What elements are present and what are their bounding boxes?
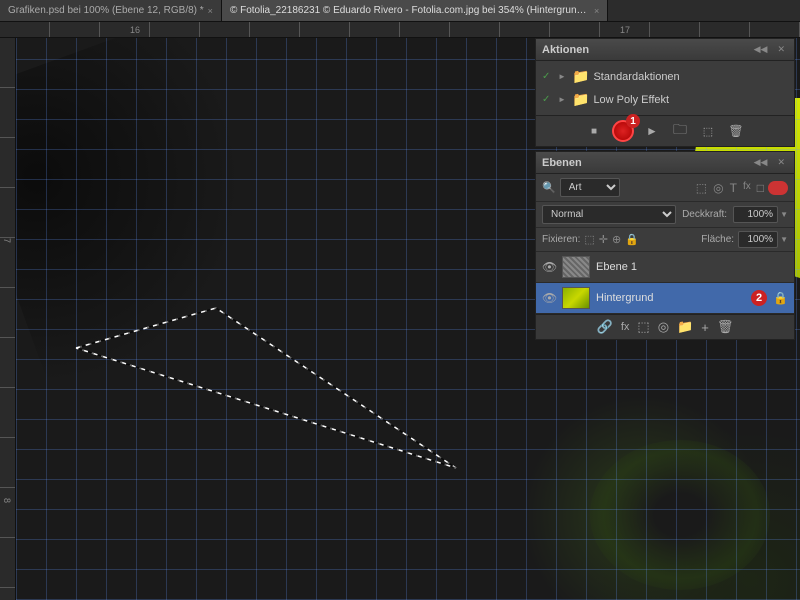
new-action-button[interactable]: ⬚ [698, 123, 718, 139]
ruler-label-8: 8 [2, 498, 12, 503]
tab-fotolia[interactable]: © Fotolia_22186231 © Eduardo Rivero - Fo… [222, 0, 608, 21]
layer-thumb-hintergrund [562, 287, 590, 309]
filter-icon-text[interactable]: T [730, 181, 737, 195]
new-set-button[interactable]: 🗀 [670, 123, 690, 139]
record-button[interactable]: 1 [612, 120, 634, 142]
adjustment-layer-button[interactable]: ◎ [658, 319, 669, 335]
action-item-lowpoly[interactable]: ✓ ► 📁 Low Poly Effekt [536, 88, 794, 111]
panel-aktionen-toolbar: ■ 1 ► 🗀 ⬚ 🗑 [536, 115, 794, 146]
fix-row: Fixieren: ⬚ ✛ ⊕ 🔒 Fläche: ▼ [536, 228, 794, 252]
layer-item-ebene1[interactable]: 👁 Ebene 1 [536, 252, 794, 283]
fix-icon-rotate[interactable]: ⊕ [612, 233, 621, 246]
flache-label: Fläche: [701, 234, 734, 245]
eye-icon-hintergrund[interactable]: 👁 [542, 291, 556, 305]
panel-ebenen: Ebenen ◀◀ ✕ 🔍 Art ⬚ ◎ T [535, 151, 795, 340]
filter-select[interactable]: Art [560, 178, 620, 197]
panel-ebenen-header: Ebenen ◀◀ ✕ [536, 152, 794, 174]
layer-name-ebene1: Ebene 1 [596, 261, 788, 273]
opacity-input[interactable] [733, 206, 778, 223]
layer-number-badge-2: 2 [751, 290, 767, 306]
panel-ebenen-controls: ◀◀ ✕ [751, 156, 788, 169]
panel-aktionen-header: Aktionen ◀◀ ✕ [536, 39, 794, 61]
ruler-v-ticks [0, 38, 15, 600]
tab-grafiken-close[interactable]: × [208, 6, 213, 16]
opacity-dropdown-arrow[interactable]: ▼ [780, 210, 788, 219]
label-standardaktionen: Standardaktionen [593, 71, 679, 83]
panel-aktionen-collapse[interactable]: ◀◀ [751, 43, 771, 56]
tab-grafiken[interactable]: Grafiken.psd bei 100% (Ebene 12, RGB/8) … [0, 0, 222, 21]
fix-label: Fixieren: [542, 234, 580, 245]
panel-aktionen-close[interactable]: ✕ [774, 43, 788, 56]
panel-aktionen-content: ✓ ► 📁 Standardaktionen ✓ ► 📁 Low Poly Ef… [536, 61, 794, 115]
delete-layer-button[interactable]: 🗑 [717, 319, 734, 335]
panel-ebenen-collapse[interactable]: ◀◀ [751, 156, 771, 169]
fix-icon-all[interactable]: 🔒 [625, 233, 639, 246]
filter-icon-smart[interactable]: □ [757, 181, 764, 195]
panel-aktionen-controls: ◀◀ ✕ [751, 43, 788, 56]
flache-dropdown-arrow[interactable]: ▼ [780, 235, 788, 244]
blend-mode-select[interactable]: Normal [542, 205, 676, 224]
stop-button[interactable]: ■ [584, 123, 604, 139]
eye-icon-ebene1[interactable]: 👁 [542, 260, 556, 274]
ruler-label-17: 17 [620, 25, 630, 35]
ruler-horizontal: 16 17 [0, 22, 800, 38]
folder-lowpoly-icon: 📁 [572, 91, 589, 108]
ruler-h-ticks [0, 22, 800, 37]
fix-icons: ⬚ ✛ ⊕ 🔒 [584, 233, 639, 246]
new-layer-button[interactable]: + [701, 320, 709, 335]
filter-search-icon: 🔍 [542, 181, 556, 194]
filter-toggle[interactable] [768, 181, 788, 195]
tab-fotolia-label: © Fotolia_22186231 © Eduardo Rivero - Fo… [230, 5, 590, 16]
toggle-standardaktionen[interactable]: ► [558, 72, 568, 81]
layer-name-hintergrund: Hintergrund [596, 292, 745, 304]
folder-standardaktionen-icon: 📁 [572, 68, 589, 85]
filter-row: 🔍 Art ⬚ ◎ T fx □ [536, 174, 794, 202]
blend-mode-row: Normal Deckkraft: ▼ [536, 202, 794, 228]
lock-icon-hintergrund: 🔒 [773, 291, 788, 305]
main-area: 7 8 Aktionen ◀◀ ✕ [0, 38, 800, 600]
add-mask-button[interactable]: ⬚ [637, 319, 649, 335]
opacity-label: Deckkraft: [682, 209, 727, 220]
tab-bar: Grafiken.psd bei 100% (Ebene 12, RGB/8) … [0, 0, 800, 22]
delete-action-button[interactable]: 🗑 [726, 123, 746, 139]
filter-icon-pixel[interactable]: ⬚ [696, 181, 707, 195]
panel-ebenen-title: Ebenen [542, 157, 582, 169]
ruler-label-7: 7 [2, 238, 12, 243]
filter-icons: ⬚ ◎ T fx □ [696, 181, 764, 195]
panel-aktionen-title: Aktionen [542, 44, 589, 56]
tab-fotolia-close[interactable]: × [594, 6, 599, 16]
layer-bottom-toolbar: 🔗 fx ⬚ ◎ 📁 + 🗑 [536, 314, 794, 339]
panel-aktionen: Aktionen ◀◀ ✕ ✓ ► 📁 Standardaktionen ✓ [535, 38, 795, 147]
filter-icon-adjust[interactable]: ◎ [713, 181, 723, 195]
filter-icon-shape[interactable]: fx [743, 181, 751, 195]
panel-ebenen-close[interactable]: ✕ [774, 156, 788, 169]
record-number-badge: 1 [626, 114, 640, 128]
play-button[interactable]: ► [642, 123, 662, 139]
layer-group-button[interactable]: 📁 [677, 319, 693, 335]
ruler-vertical: 7 8 [0, 38, 16, 600]
layer-styles-button[interactable]: fx [621, 321, 630, 333]
toggle-lowpoly[interactable]: ► [558, 95, 568, 104]
check-standardaktionen: ✓ [542, 71, 554, 82]
panels-container: Aktionen ◀◀ ✕ ✓ ► 📁 Standardaktionen ✓ [535, 38, 800, 340]
tab-grafiken-label: Grafiken.psd bei 100% (Ebene 12, RGB/8) … [8, 5, 204, 16]
label-lowpoly: Low Poly Effekt [593, 94, 669, 106]
check-lowpoly: ✓ [542, 94, 554, 105]
link-layers-button[interactable]: 🔗 [597, 319, 613, 335]
ruler-label-16: 16 [130, 25, 140, 35]
flache-input[interactable] [738, 231, 778, 248]
layer-thumb-ebene1 [562, 256, 590, 278]
action-item-standardaktionen[interactable]: ✓ ► 📁 Standardaktionen [536, 65, 794, 88]
layer-item-hintergrund[interactable]: 👁 Hintergrund 2 🔒 [536, 283, 794, 314]
fix-icon-move[interactable]: ✛ [599, 233, 608, 246]
canvas-content[interactable]: Aktionen ◀◀ ✕ ✓ ► 📁 Standardaktionen ✓ [16, 38, 800, 600]
fix-icon-pixel[interactable]: ⬚ [584, 233, 594, 246]
